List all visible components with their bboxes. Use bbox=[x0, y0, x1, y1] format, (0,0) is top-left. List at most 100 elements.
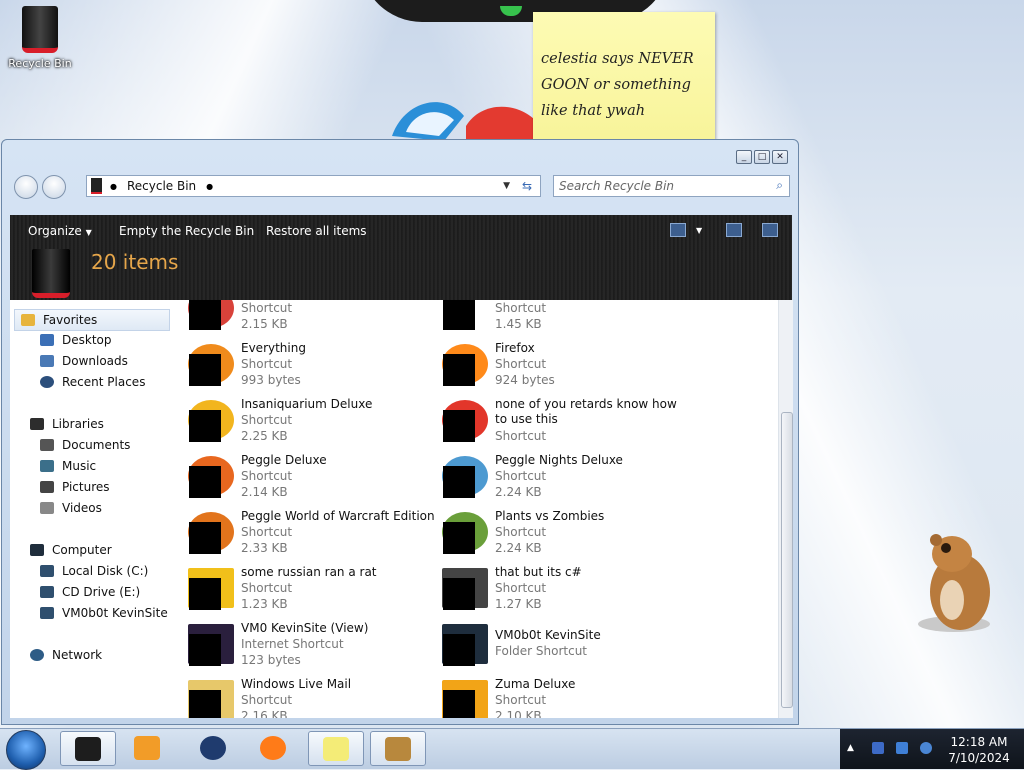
preview-pane-icon[interactable] bbox=[726, 223, 742, 237]
hamster-gadget-icon[interactable] bbox=[906, 526, 1002, 638]
navigation-pane: Favorites Desktop Downloads Recent Place… bbox=[10, 300, 180, 718]
nav-label: Computer bbox=[52, 543, 112, 557]
file-name: that but its c# bbox=[495, 565, 582, 579]
nav-libraries[interactable]: Libraries bbox=[30, 414, 104, 434]
scrollbar-thumb[interactable] bbox=[781, 412, 793, 708]
search-input[interactable]: Search Recycle Bin ⌕ bbox=[553, 175, 790, 197]
file-item-firefox[interactable]: Firefox Shortcut 924 bytes bbox=[442, 340, 687, 396]
taskbar-sticky-notes[interactable] bbox=[308, 731, 364, 766]
nav-downloads[interactable]: Downloads bbox=[40, 351, 128, 371]
file-size: 1.27 KB bbox=[495, 597, 542, 611]
file-item[interactable]: Shortcut 1.45 KB bbox=[442, 300, 687, 340]
back-button[interactable] bbox=[14, 175, 38, 199]
shortcut-icon bbox=[442, 300, 490, 332]
volume-icon[interactable] bbox=[920, 742, 932, 754]
file-item-peggle-nights[interactable]: Peggle Nights Deluxe Shortcut 2.24 KB bbox=[442, 452, 687, 508]
file-item-vm0-view[interactable]: VM0 KevinSite (View) Internet Shortcut 1… bbox=[188, 620, 433, 676]
vertical-scrollbar[interactable] bbox=[778, 300, 793, 718]
file-item-peggle-wow[interactable]: Peggle World of Warcraft Edition Shortcu… bbox=[188, 508, 435, 564]
peggle-nights-icon bbox=[442, 452, 490, 500]
forward-button[interactable] bbox=[42, 175, 66, 199]
nav-label: Pictures bbox=[62, 480, 110, 494]
empty-recycle-bin-button[interactable]: Empty the Recycle Bin bbox=[119, 224, 254, 238]
nav-recent-places[interactable]: Recent Places bbox=[40, 372, 145, 392]
file-item-vm0b0t[interactable]: VM0b0t KevinSite Folder Shortcut bbox=[442, 620, 687, 676]
file-name: Peggle Nights Deluxe bbox=[495, 453, 623, 467]
nav-cd-drive[interactable]: CD Drive (E:) bbox=[40, 582, 140, 602]
recent-places-icon bbox=[40, 376, 54, 388]
file-item-insaniquarium[interactable]: Insaniquarium Deluxe Shortcut 2.25 KB bbox=[188, 396, 433, 452]
file-item-pvz[interactable]: Plants vs Zombies Shortcut 2.24 KB bbox=[442, 508, 687, 564]
desktop-recycle-bin[interactable]: Recycle Bin bbox=[6, 6, 74, 70]
file-item-peggle[interactable]: Peggle Deluxe Shortcut 2.14 KB bbox=[188, 452, 433, 508]
sticky-note-line: like that ywah bbox=[541, 103, 646, 119]
nav-label: Videos bbox=[62, 501, 102, 515]
search-placeholder: Search Recycle Bin bbox=[559, 179, 675, 193]
taskbar: ▲ 12:18 AM 7/10/2024 bbox=[0, 728, 1024, 770]
file-item-russian[interactable]: some russian ran a rat Shortcut 1.23 KB bbox=[188, 564, 433, 620]
file-item-zuma[interactable]: Zuma Deluxe Shortcut 2.10 KB bbox=[442, 676, 687, 718]
maximize-icon[interactable]: □ bbox=[754, 150, 770, 164]
star-icon bbox=[21, 314, 35, 326]
system-tray: ▲ 12:18 AM 7/10/2024 bbox=[840, 729, 1024, 769]
file-type: Shortcut bbox=[495, 429, 547, 443]
file-size: 924 bytes bbox=[495, 373, 555, 387]
breadcrumb-separator-icon[interactable]: ● bbox=[206, 182, 213, 191]
file-item-csharp[interactable]: that but its c# Shortcut 1.27 KB bbox=[442, 564, 687, 620]
nav-label: Favorites bbox=[43, 313, 98, 327]
show-hidden-icons-icon[interactable]: ▲ bbox=[847, 743, 854, 753]
file-item-windows-live-mail[interactable]: Windows Live Mail Shortcut 2.16 KB bbox=[188, 676, 433, 718]
nav-label: Music bbox=[62, 459, 97, 473]
sticky-note[interactable]: celestia says NEVER GOON or something li… bbox=[533, 12, 715, 140]
refresh-icon[interactable]: ⇆ bbox=[522, 179, 532, 193]
file-item[interactable]: Shortcut 2.15 KB bbox=[188, 300, 433, 340]
chevron-down-icon[interactable]: ▼ bbox=[503, 181, 510, 191]
chevron-down-icon[interactable]: ▼ bbox=[696, 226, 702, 235]
network-icon[interactable] bbox=[896, 742, 908, 754]
nav-local-disk[interactable]: Local Disk (C:) bbox=[40, 561, 148, 581]
address-text[interactable]: Recycle Bin bbox=[127, 179, 196, 193]
restore-all-items-button[interactable]: Restore all items bbox=[266, 224, 367, 238]
file-type: Shortcut bbox=[241, 581, 293, 595]
shortcut-icon bbox=[188, 564, 236, 612]
file-item-none-of-you[interactable]: none of you retards know how to use this… bbox=[442, 396, 687, 452]
file-type: Shortcut bbox=[495, 469, 547, 483]
nav-documents[interactable]: Documents bbox=[40, 435, 130, 455]
taskbar-box-game[interactable] bbox=[370, 731, 426, 766]
file-item-everything[interactable]: Everything Shortcut 993 bytes bbox=[188, 340, 433, 396]
address-bar[interactable]: ● Recycle Bin ● ▼ ⇆ bbox=[86, 175, 541, 197]
nav-desktop[interactable]: Desktop bbox=[40, 330, 112, 350]
view-options-icon[interactable] bbox=[670, 223, 686, 237]
taskbar-media-player[interactable] bbox=[120, 731, 176, 766]
nav-computer[interactable]: Computer bbox=[30, 540, 112, 560]
minimize-icon[interactable]: _ bbox=[736, 150, 752, 164]
plants-vs-zombies-icon bbox=[442, 508, 490, 556]
nav-favorites[interactable]: Favorites bbox=[14, 309, 170, 331]
taskbar-firefox[interactable] bbox=[246, 731, 302, 766]
help-icon[interactable] bbox=[762, 223, 778, 237]
nav-videos[interactable]: Videos bbox=[40, 498, 102, 518]
desktop-recycle-bin-label: Recycle Bin bbox=[8, 57, 72, 70]
shortcut-icon bbox=[188, 300, 236, 332]
taskbar-recycle-bin[interactable] bbox=[60, 731, 116, 766]
clock[interactable]: 12:18 AM 7/10/2024 bbox=[944, 734, 1014, 766]
file-size: 1.45 KB bbox=[495, 317, 542, 331]
sticky-note-line: GOON or something bbox=[541, 77, 691, 93]
search-icon[interactable]: ⌕ bbox=[776, 178, 783, 193]
nav-vmsite[interactable]: VM0b0t KevinSite bbox=[40, 603, 168, 623]
file-size: 2.24 KB bbox=[495, 541, 542, 555]
organize-button[interactable]: Organize ▼ bbox=[28, 224, 92, 238]
tray-app-icon[interactable] bbox=[872, 742, 884, 754]
nav-music[interactable]: Music bbox=[40, 456, 96, 476]
close-icon[interactable]: ✕ bbox=[772, 150, 788, 164]
file-name: Peggle Deluxe bbox=[241, 453, 327, 467]
nav-pictures[interactable]: Pictures bbox=[40, 477, 110, 497]
file-name: Firefox bbox=[495, 341, 535, 355]
sticky-notes-icon bbox=[323, 737, 349, 761]
breadcrumb-separator-icon[interactable]: ● bbox=[110, 182, 117, 191]
start-button[interactable] bbox=[6, 730, 46, 770]
nav-network[interactable]: Network bbox=[30, 645, 102, 665]
taskbar-globe[interactable] bbox=[186, 731, 242, 766]
videos-icon bbox=[40, 502, 54, 514]
file-size: 2.16 KB bbox=[241, 709, 288, 718]
